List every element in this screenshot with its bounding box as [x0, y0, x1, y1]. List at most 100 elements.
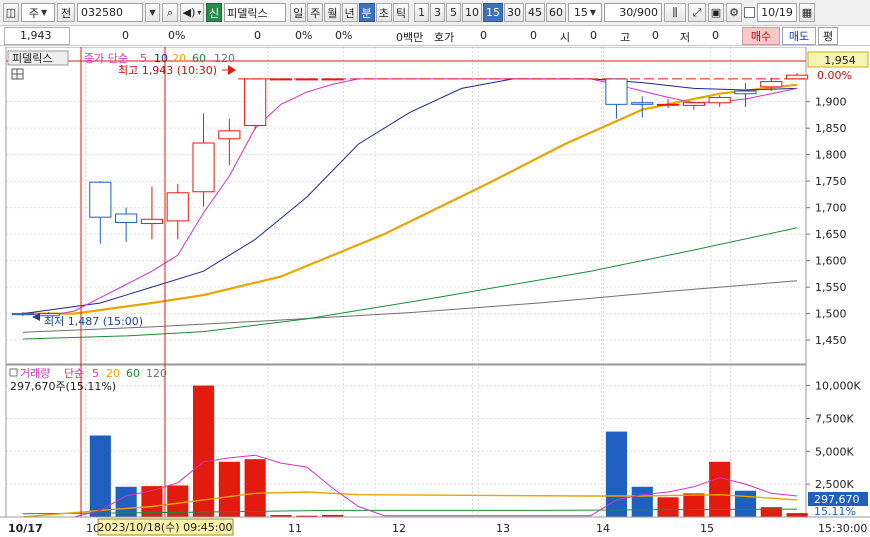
- price-legend-period: 120: [214, 52, 235, 65]
- open-label: 시: [560, 31, 571, 44]
- price-tick-label: 1,750: [815, 175, 847, 188]
- interval-button-10[interactable]: 10: [462, 3, 482, 22]
- date-checkbox[interactable]: [744, 7, 755, 18]
- low-value: 0: [712, 29, 719, 42]
- interval-button-30[interactable]: 30: [504, 3, 524, 22]
- volume-tick-label: 5,000K: [815, 445, 854, 458]
- stock-code-value: 032580: [81, 6, 123, 19]
- chevron-down-icon: ▼: [40, 8, 48, 17]
- chevron-down-icon: ▾: [197, 8, 202, 17]
- period-button-0[interactable]: 일: [290, 3, 307, 22]
- candle-body: [115, 213, 138, 223]
- count-value: 30/900: [619, 6, 658, 19]
- price-tick-label: 1,800: [815, 149, 847, 162]
- volume-bar: [244, 459, 266, 517]
- volume-bar: [760, 507, 782, 517]
- stock-label: 피델릭스: [12, 52, 52, 65]
- gear-icon[interactable]: ⚙: [726, 3, 742, 22]
- stock-chart[interactable]: 최고 1,943 (10:30) 최저 1,487 (15:00) 1,450 1,…: [0, 47, 870, 537]
- chart-menu-icon[interactable]: ◫: [3, 3, 19, 22]
- chart-background: [0, 47, 870, 537]
- current-pct-label: 0.00%: [817, 69, 852, 82]
- high-annotation: 최고 1,943 (10:30): [118, 64, 217, 77]
- calendar-icon[interactable]: ▦: [799, 3, 815, 22]
- interval-button-3[interactable]: 3: [430, 3, 445, 22]
- sound-icon[interactable]: ◀) ▾: [180, 3, 204, 22]
- date-field[interactable]: 10/19: [757, 3, 797, 22]
- period-button-4[interactable]: 분: [358, 3, 375, 22]
- interval-button-5[interactable]: 5: [446, 3, 461, 22]
- save-icon[interactable]: ▣: [708, 3, 724, 22]
- period-buttons: 일주월년분초틱: [290, 3, 409, 22]
- period-button-6[interactable]: 틱: [392, 3, 409, 22]
- chevron-down-icon: ▼: [149, 8, 156, 17]
- period-button-3[interactable]: 년: [341, 3, 358, 22]
- code-dropdown-button[interactable]: ▼: [145, 3, 160, 22]
- open-value: 0: [590, 29, 597, 42]
- volume-tick-label: 10,000K: [815, 380, 861, 393]
- current-price-label: 1,954: [824, 54, 856, 67]
- price-legend-period: 60: [192, 52, 206, 65]
- interval-button-45[interactable]: 45: [525, 3, 545, 22]
- candle-body: [605, 78, 628, 105]
- price-legend-title: 종가 단순: [84, 52, 128, 65]
- interval-buttons: 1 3 5 10 15 30 45 60: [414, 3, 566, 22]
- price-legend-period: 5: [140, 52, 147, 65]
- stock-code-input[interactable]: 032580: [77, 3, 143, 22]
- hoga-bid: 0: [480, 29, 487, 42]
- time-axis-label: 11: [288, 522, 302, 535]
- time-axis-label: 12: [392, 522, 406, 535]
- candle-body: [140, 218, 164, 225]
- price-legend-period: 10: [154, 52, 168, 65]
- time-axis-start: 10/17: [8, 522, 43, 535]
- low-label: 저: [680, 31, 691, 44]
- candle-body: [244, 78, 267, 127]
- change-pct: 0%: [168, 29, 186, 42]
- volume-bar: [683, 493, 705, 517]
- buy-button[interactable]: 매수: [742, 27, 780, 45]
- hoga-label: 호가: [434, 31, 455, 44]
- interval-button-1[interactable]: 1: [414, 3, 429, 22]
- time-axis-label: 13: [496, 522, 510, 535]
- volume-bar: [709, 461, 731, 517]
- volume-value: 0: [254, 29, 261, 42]
- volume-tick-label: 7,500K: [815, 412, 854, 425]
- prev-button[interactable]: 전: [57, 3, 75, 22]
- search-icon[interactable]: ⌕: [162, 3, 178, 22]
- volume-legend-period: 5: [92, 367, 99, 380]
- type-select[interactable]: 주 ▼: [21, 3, 55, 22]
- period-button-1[interactable]: 주: [307, 3, 324, 22]
- evaluation-button[interactable]: 평: [818, 27, 838, 45]
- volume-bar: [657, 497, 679, 517]
- candle-body: [786, 74, 809, 80]
- volume-bar: [89, 435, 111, 517]
- candle-body: [760, 81, 783, 88]
- chevron-down-icon: ▼: [589, 8, 597, 17]
- volume-legend-sub: 단순: [64, 367, 84, 380]
- candle-body: [192, 142, 215, 193]
- sell-button[interactable]: 매도: [782, 27, 816, 45]
- price-tick-label: 1,700: [815, 202, 847, 215]
- price-legend-period: 20: [172, 52, 186, 65]
- stock-name-field[interactable]: 피델릭스: [224, 3, 287, 22]
- low-annotation: 최저 1,487 (15:00): [44, 315, 143, 328]
- candle-settings-icon[interactable]: ⫼: [664, 3, 686, 22]
- interval-button-15[interactable]: 15: [483, 3, 503, 22]
- count-field[interactable]: 30/900: [604, 3, 662, 22]
- volume-bar: [218, 461, 240, 517]
- time-axis-end: 15:30:00: [818, 522, 867, 535]
- new-badge: 신: [206, 3, 223, 22]
- period-button-2[interactable]: 월: [324, 3, 341, 22]
- volume-legend-period: 60: [126, 367, 140, 380]
- interval-select[interactable]: 15 ▼: [568, 3, 602, 22]
- period-button-5[interactable]: 초: [375, 3, 392, 22]
- price-tick-label: 1,450: [815, 334, 847, 347]
- candle-body: [682, 102, 705, 106]
- drawing-tool-icon[interactable]: ⤢: [688, 3, 706, 22]
- volume-summary: 297,670주(15.11%): [10, 380, 116, 393]
- amount-value: 0백만: [396, 31, 424, 44]
- change-value: 0: [122, 29, 129, 42]
- interval-button-60[interactable]: 60: [546, 3, 566, 22]
- high-label: 고: [620, 31, 631, 44]
- volume-bar: [786, 513, 808, 517]
